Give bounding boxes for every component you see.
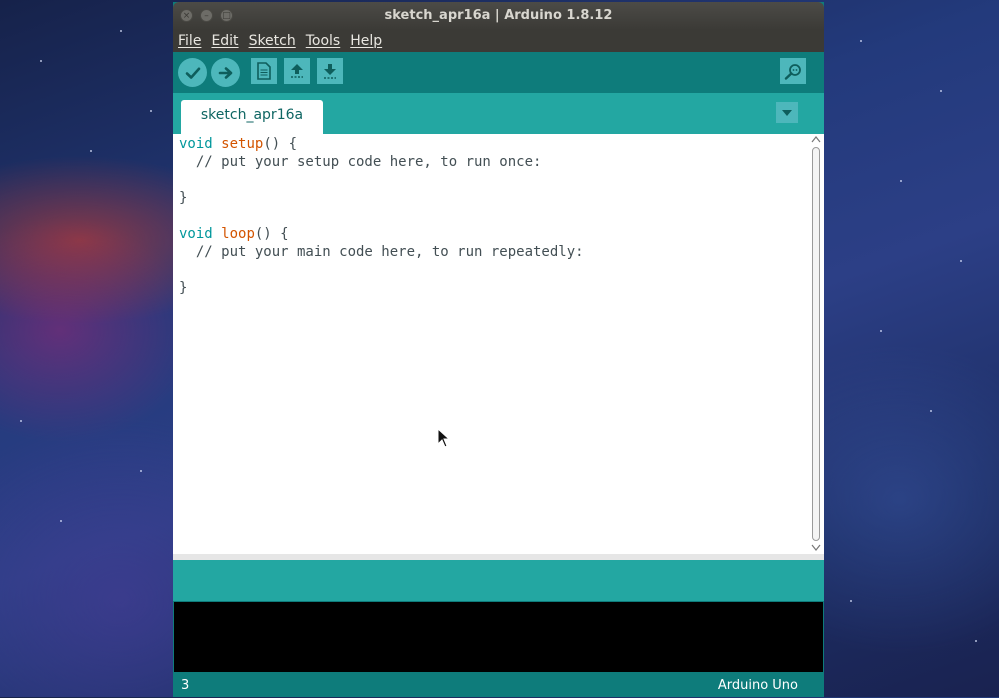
new-sketch-button[interactable] (251, 58, 277, 84)
tab-strip: sketch_apr16a (173, 93, 824, 134)
serial-monitor-icon (784, 64, 801, 80)
open-icon (291, 64, 303, 78)
scrollbar-thumb[interactable] (812, 147, 820, 541)
new-icon (257, 62, 271, 80)
tab-dropdown-icon (782, 109, 792, 116)
editor-scrollbar[interactable] (810, 135, 822, 553)
open-sketch-button[interactable] (284, 58, 310, 84)
save-sketch-button[interactable] (317, 58, 343, 84)
code-token: () { (254, 226, 289, 242)
menu-bar: File Edit Sketch Tools Help (173, 30, 824, 52)
code-line: } (179, 280, 188, 296)
scroll-up-icon[interactable] (811, 135, 821, 145)
serial-monitor-button[interactable] (780, 58, 806, 84)
function-token: loop (221, 226, 255, 242)
menu-edit[interactable]: Edit (211, 33, 238, 49)
code-token: () { (263, 136, 298, 152)
save-icon (324, 64, 336, 79)
keyword-token: void (179, 226, 213, 242)
title-bar[interactable]: × – □ sketch_apr16a | Arduino 1.8.12 (173, 2, 824, 30)
code-area[interactable]: void setup() { // put your setup code he… (179, 135, 584, 297)
code-line: ​ (179, 207, 584, 225)
menu-file[interactable]: File (178, 33, 201, 49)
toolbar (173, 52, 824, 93)
window-title: sketch_apr16a | Arduino 1.8.12 (384, 8, 613, 23)
message-area (173, 560, 824, 601)
menu-help[interactable]: Help (350, 33, 382, 49)
comment-line: // put your main code here, to run repea… (179, 244, 584, 260)
verify-button[interactable] (178, 58, 207, 87)
arduino-window: × – □ sketch_apr16a | Arduino 1.8.12 Fil… (173, 2, 824, 697)
code-editor[interactable]: void setup() { // put your setup code he… (173, 134, 824, 554)
verify-icon (185, 67, 200, 79)
code-line: void setup() { (179, 135, 584, 153)
mouse-pointer-icon (437, 428, 451, 448)
function-token: setup (221, 136, 264, 152)
tab-sketch-apr16a[interactable]: sketch_apr16a (181, 100, 323, 134)
line-number: 3 (181, 678, 190, 693)
menu-sketch[interactable]: Sketch (249, 33, 296, 49)
menu-tools[interactable]: Tools (306, 33, 341, 49)
keyword-token: void (179, 136, 213, 152)
comment-line: // put your setup code here, to run once… (179, 154, 542, 170)
scroll-down-icon[interactable] (811, 542, 821, 552)
tab-menu-button[interactable] (776, 102, 798, 123)
board-name: Arduino Uno (717, 678, 798, 693)
console-output (174, 602, 823, 672)
code-line: void loop() { (179, 225, 584, 243)
code-line: } (179, 190, 188, 206)
status-bar: 3 Arduino Uno (173, 674, 824, 697)
upload-icon (218, 66, 232, 79)
code-line: ​ (179, 261, 584, 279)
upload-button[interactable] (211, 58, 240, 87)
code-line: ​ (179, 171, 584, 189)
